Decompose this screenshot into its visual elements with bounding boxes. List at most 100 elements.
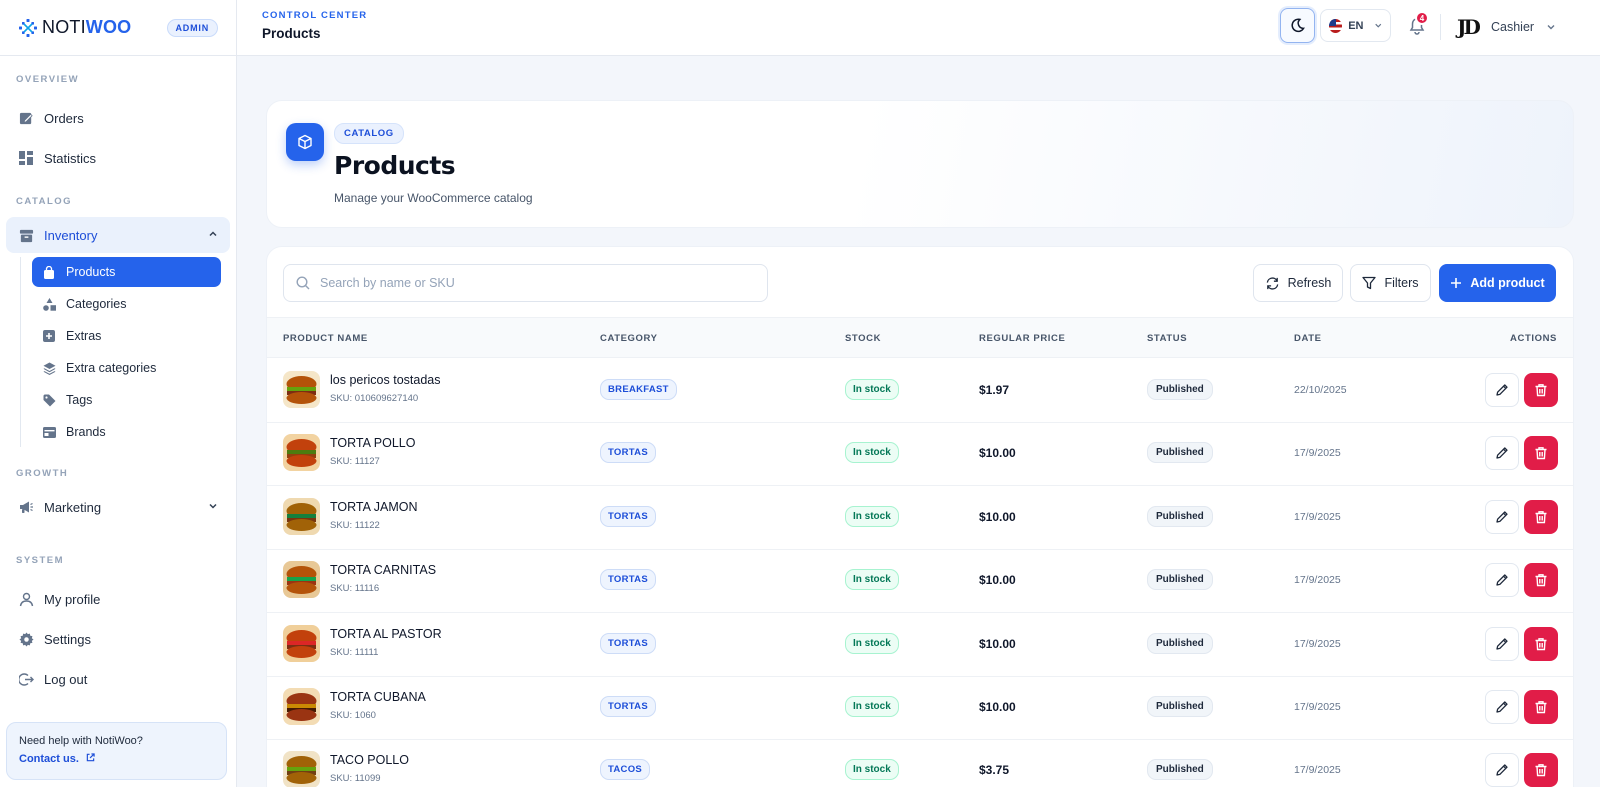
sidebar-item-label: Marketing: [44, 499, 102, 515]
product-thumbnail[interactable]: [283, 434, 320, 472]
product-name[interactable]: los pericos tostadas: [330, 373, 440, 387]
plus-square-icon: [42, 329, 56, 343]
column-header-product-name[interactable]: PRODUCT NAME: [283, 333, 368, 344]
page-subtitle: Manage your WooCommerce catalog: [334, 191, 533, 205]
delete-button[interactable]: [1524, 373, 1558, 407]
gear-icon: [18, 631, 34, 647]
product-date: 17/9/2025: [1294, 447, 1341, 460]
table-row[interactable]: TACO POLLO SKU: 11099 TACOS In stock $3.…: [267, 738, 1573, 787]
stock-badge: In stock: [845, 759, 899, 781]
sidebar-item-statistics[interactable]: Statistics: [0, 140, 236, 176]
table-row[interactable]: TORTA CUBANA SKU: 1060 TORTAS In stock $…: [267, 675, 1573, 740]
status-badge: Published: [1147, 379, 1213, 400]
sidebar-item-brands[interactable]: Brands: [32, 417, 221, 447]
edit-button[interactable]: [1485, 373, 1519, 407]
product-date: 17/9/2025: [1294, 701, 1341, 713]
stock-badge: In stock: [845, 632, 899, 654]
sidebar-item-label: Categories: [66, 297, 127, 311]
sidebar-item-extra-categories[interactable]: Extra categories: [32, 353, 221, 383]
avatar: JD: [1457, 15, 1481, 39]
chevron-down-icon[interactable]: [208, 501, 218, 514]
language-label: EN: [1348, 19, 1364, 32]
sidebar-item-label: Extra categories: [66, 361, 157, 375]
sidebar-item-categories[interactable]: Categories: [32, 289, 221, 319]
sidebar-item-label: Orders: [44, 110, 84, 126]
sidebar-item-settings[interactable]: Settings: [0, 621, 236, 657]
contact-link[interactable]: Contact us.: [19, 753, 95, 765]
edit-button[interactable]: [1485, 690, 1519, 724]
table-row[interactable]: TORTA AL PASTOR SKU: 11111 TORTAS In sto…: [267, 612, 1573, 677]
edit-button[interactable]: [1485, 753, 1519, 787]
product-thumbnail[interactable]: [283, 688, 320, 725]
user-menu[interactable]: JD Cashier: [1457, 14, 1556, 40]
column-header-stock[interactable]: STOCK: [845, 333, 881, 344]
product-thumbnail[interactable]: [283, 624, 320, 662]
product-thumbnail[interactable]: [283, 561, 320, 599]
sidebar-item-extras[interactable]: Extras: [32, 321, 221, 351]
search-input[interactable]: [320, 276, 740, 290]
pencil-icon: [1496, 447, 1508, 460]
sidebar-item-products[interactable]: Products: [32, 257, 221, 287]
status-badge: Published: [1147, 505, 1213, 527]
delete-button[interactable]: [1524, 436, 1558, 471]
product-sku: SKU: 11116: [330, 583, 380, 595]
add-product-button[interactable]: Add product: [1439, 264, 1556, 302]
card-icon: [42, 425, 56, 439]
layers-icon: [42, 361, 56, 375]
product-name[interactable]: TORTA CARNITAS: [330, 563, 436, 577]
product-name[interactable]: TORTA AL PASTOR: [330, 627, 442, 641]
product-name[interactable]: TORTA POLLO: [330, 436, 415, 450]
status-badge: Published: [1147, 696, 1213, 717]
theme-toggle-button[interactable]: [1280, 8, 1315, 43]
section-tag: CATALOG: [334, 123, 404, 144]
edit-button[interactable]: [1485, 436, 1519, 471]
user-icon: [18, 591, 34, 607]
box-icon: [286, 123, 324, 161]
sidebar-item-orders[interactable]: Orders: [0, 100, 236, 136]
filters-button[interactable]: Filters: [1350, 264, 1431, 302]
sidebar-item-log-out[interactable]: Log out: [0, 661, 236, 697]
sidebar: NOTIWOO ADMIN OVERVIEW Orders Statistics…: [0, 0, 237, 787]
delete-button[interactable]: [1524, 563, 1558, 598]
product-name[interactable]: TORTA JAMON: [330, 500, 418, 514]
column-header-category[interactable]: CATEGORY: [600, 333, 658, 344]
table-row[interactable]: TORTA JAMON SKU: 11122 TORTAS In stock $…: [267, 485, 1573, 550]
delete-button[interactable]: [1524, 690, 1558, 724]
product-price: $1.97: [979, 383, 1010, 397]
language-selector[interactable]: EN: [1320, 9, 1391, 42]
table-row[interactable]: TORTA CARNITAS SKU: 11116 TORTAS In stoc…: [267, 548, 1573, 614]
column-header-regular-price[interactable]: REGULAR PRICE: [979, 333, 1065, 344]
search-box[interactable]: [283, 264, 768, 302]
edit-button[interactable]: [1485, 499, 1519, 534]
product-sku: SKU: 11111: [330, 646, 379, 658]
delete-button[interactable]: [1524, 626, 1558, 661]
category-badge: TORTAS: [600, 505, 656, 527]
table-row[interactable]: los pericos tostadas SKU: 010609627140 B…: [267, 358, 1573, 423]
sidebar-item-my-profile[interactable]: My profile: [0, 581, 236, 617]
column-header-date[interactable]: DATE: [1294, 333, 1322, 344]
sidebar-item-marketing[interactable]: Marketing: [0, 489, 236, 525]
edit-button[interactable]: [1485, 626, 1519, 661]
table-row[interactable]: TORTA POLLO SKU: 11127 TORTAS In stock $…: [267, 421, 1573, 487]
stock-badge: In stock: [845, 569, 899, 591]
status-badge: Published: [1147, 632, 1213, 654]
product-price: $10.00: [979, 700, 1016, 714]
product-name[interactable]: TORTA CUBANA: [330, 690, 426, 704]
product-thumbnail[interactable]: [283, 497, 320, 535]
delete-button[interactable]: [1524, 753, 1558, 787]
delete-button[interactable]: [1524, 499, 1558, 534]
chevron-up-icon[interactable]: [208, 229, 218, 242]
plus-icon: [1451, 278, 1462, 288]
product-price: $10.00: [979, 509, 1016, 524]
column-header-status[interactable]: STATUS: [1147, 333, 1187, 344]
edit-button[interactable]: [1485, 563, 1519, 598]
product-thumbnail[interactable]: [283, 371, 320, 408]
help-title: Need help with NotiWoo?: [19, 735, 143, 747]
sidebar-item-tags[interactable]: Tags: [32, 385, 221, 415]
refresh-button[interactable]: Refresh: [1253, 264, 1343, 302]
external-link-icon: [86, 753, 95, 762]
product-name[interactable]: TACO POLLO: [330, 753, 409, 767]
sidebar-item-inventory[interactable]: Inventory: [6, 217, 230, 253]
product-sku: SKU: 11122: [330, 519, 380, 531]
product-thumbnail[interactable]: [283, 751, 320, 787]
